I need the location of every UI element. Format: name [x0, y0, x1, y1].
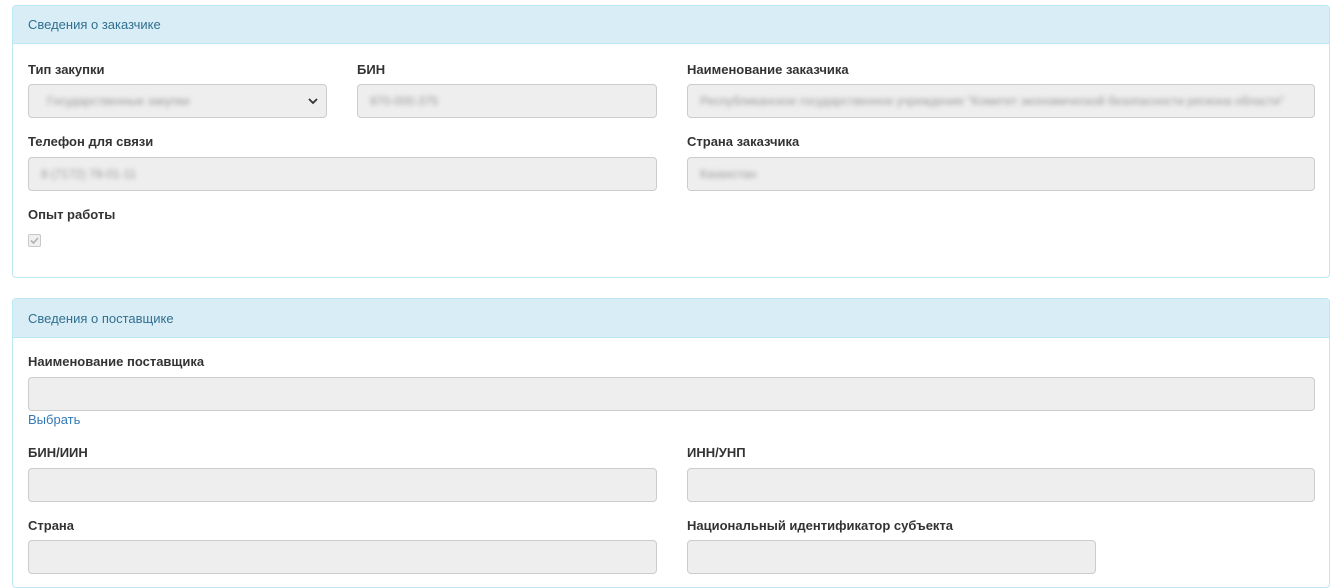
purchase-type-label: Тип закупки: [28, 62, 105, 77]
customer-country-field[interactable]: Казахстан: [687, 157, 1315, 191]
customer-country-label: Страна заказчика: [687, 134, 800, 149]
customer-panel: Сведения о заказчике: [12, 5, 1330, 278]
supplier-country-field[interactable]: [28, 540, 657, 574]
bin-iin-label: БИН/ИИН: [28, 445, 88, 460]
check-icon: [30, 237, 39, 245]
bin-value: 870-000-375: [370, 94, 439, 108]
customer-panel-heading: Сведения о заказчике: [13, 6, 1329, 44]
national-id-label: Национальный идентификатор субъекта: [687, 518, 954, 533]
select-supplier-link[interactable]: Выбрать: [28, 412, 80, 427]
customer-name-label: Наименование заказчика: [687, 62, 849, 77]
customer-country-value: Казахстан: [700, 167, 757, 181]
phone-label: Телефон для связи: [28, 134, 154, 149]
supplier-name-label: Наименование поставщика: [28, 354, 205, 369]
supplier-name-field[interactable]: [28, 377, 1315, 411]
inn-unp-label: ИНН/УНП: [687, 445, 746, 460]
inn-unp-field[interactable]: [687, 468, 1315, 502]
customer-name-value: Республиканское государственное учрежден…: [700, 94, 1285, 108]
experience-label: Опыт работы: [28, 207, 116, 222]
purchase-type-value: Государственные закупки: [47, 94, 190, 108]
customer-name-field[interactable]: Республиканское государственное учрежден…: [687, 84, 1315, 118]
phone-value: 8 (7172) 78-01-11: [41, 167, 137, 181]
chevron-down-icon: [308, 98, 318, 105]
phone-field[interactable]: 8 (7172) 78-01-11: [28, 157, 657, 191]
experience-checkbox[interactable]: [28, 234, 41, 247]
bin-field[interactable]: 870-000-375: [357, 84, 657, 118]
national-id-field[interactable]: [687, 540, 1096, 574]
purchase-type-select[interactable]: Государственные закупки: [28, 84, 327, 118]
supplier-panel-heading: Сведения о поставщике: [13, 299, 1329, 338]
supplier-country-label: Страна: [28, 518, 75, 533]
bin-iin-field[interactable]: [28, 468, 657, 502]
bin-label: БИН: [357, 62, 386, 77]
